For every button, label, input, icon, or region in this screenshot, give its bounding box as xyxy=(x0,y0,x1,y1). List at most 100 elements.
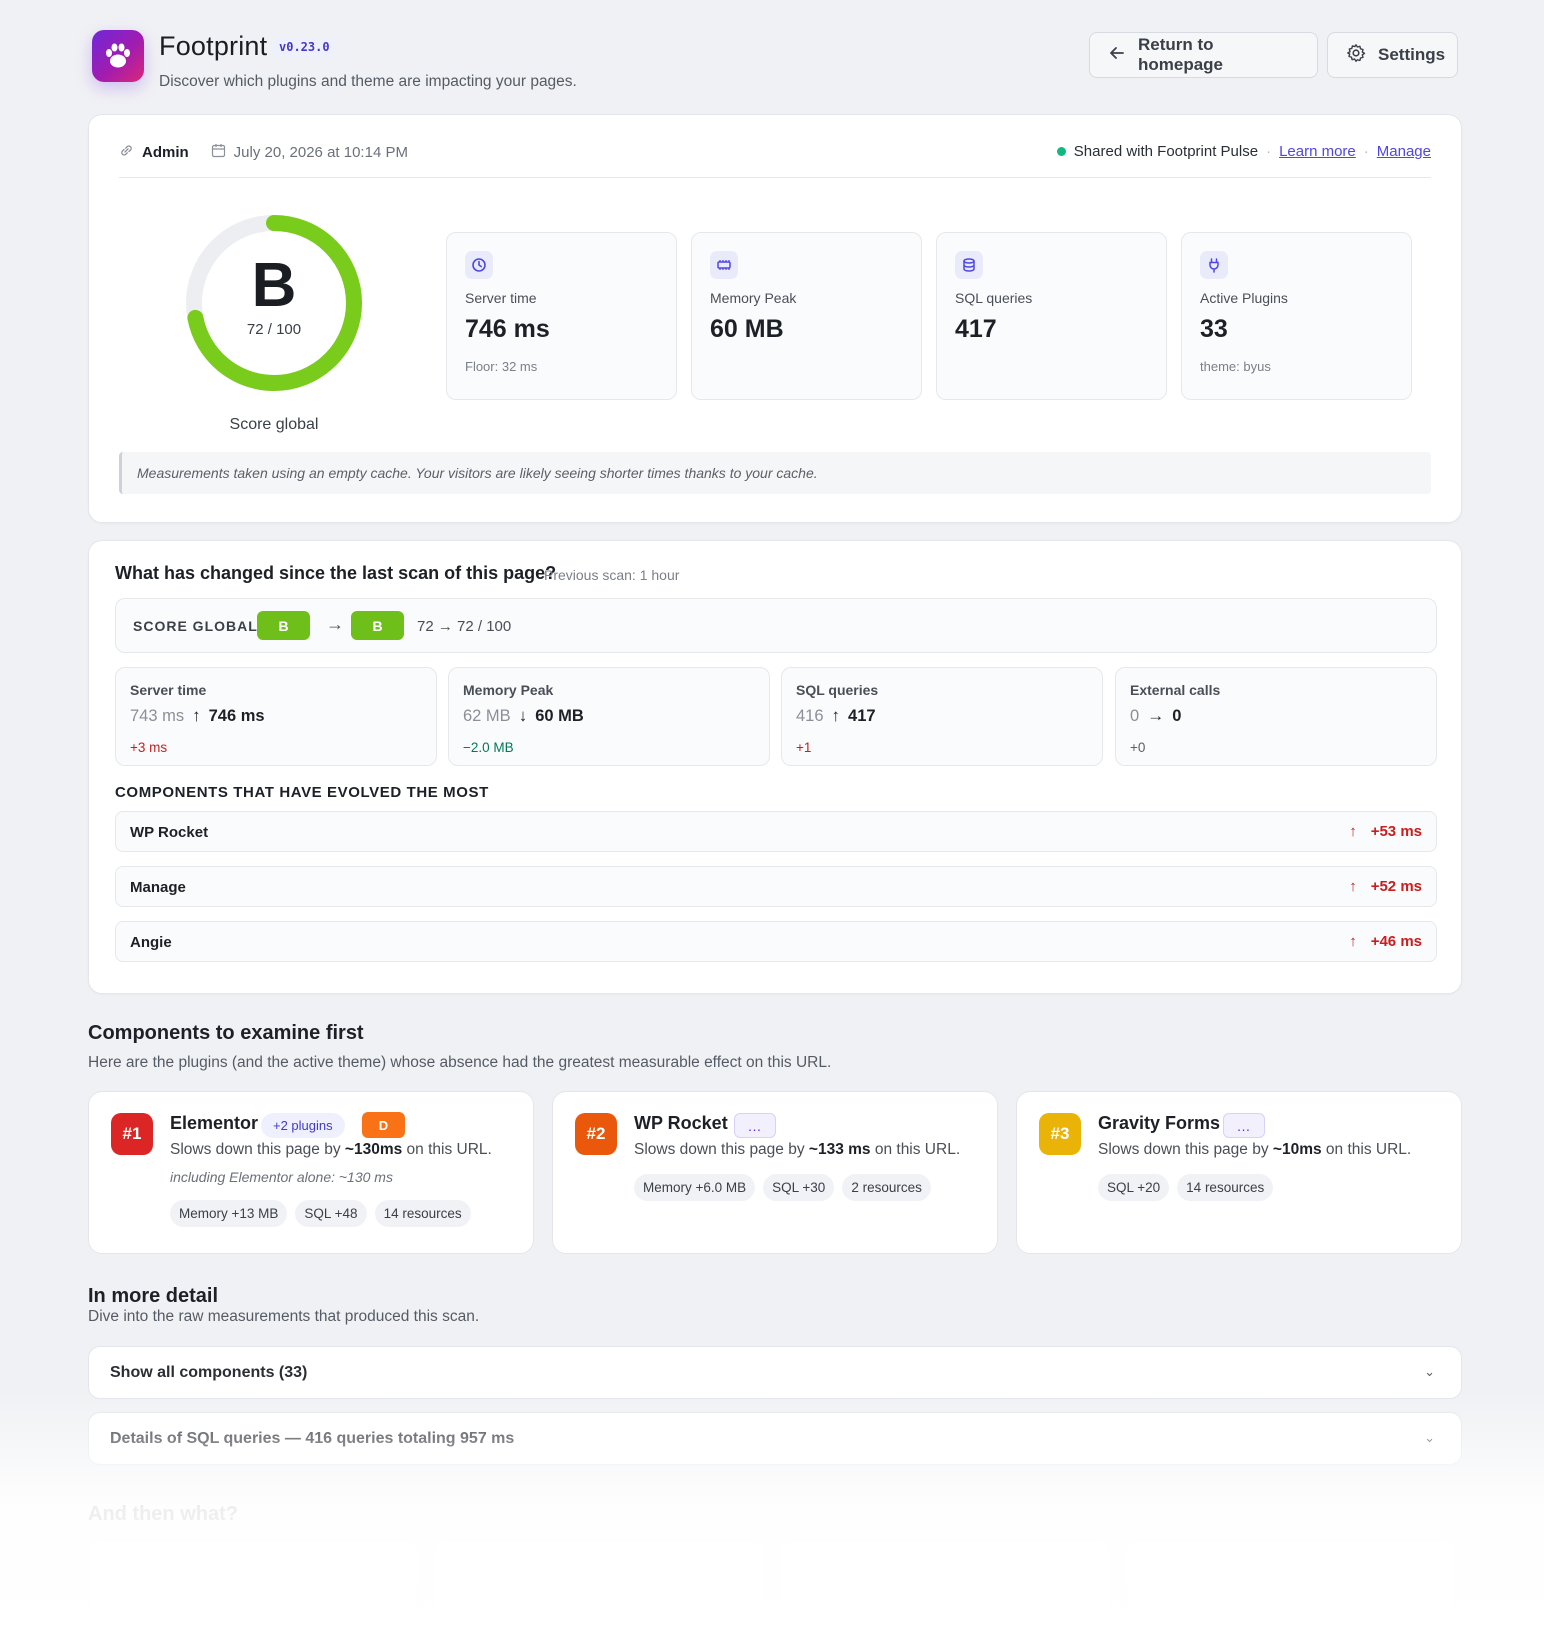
evolved-delta-value: +52 ms xyxy=(1370,878,1422,895)
components-title: Components to examine first xyxy=(88,1022,364,1044)
stat-label: SQL queries xyxy=(955,290,1033,306)
arrow-left-icon xyxy=(1108,44,1126,67)
score-value: 72 / 100 xyxy=(246,321,302,338)
stat-label: Server time xyxy=(465,290,537,306)
delta-label: Server time xyxy=(130,682,207,698)
divider xyxy=(119,177,1431,178)
components-subtitle: Here are the plugins (and the active the… xyxy=(88,1054,832,1071)
evolved-delta: ↑ +52 ms xyxy=(1349,878,1422,895)
delta-new: 417 xyxy=(848,706,876,725)
delta-sql-queries: SQL queries 416 ↑ 417 +1 xyxy=(781,667,1103,766)
next-step-card xyxy=(434,1540,764,1620)
component-card-elementor[interactable]: #1 Elementor +2 plugins D Slows down thi… xyxy=(88,1091,534,1254)
evolved-name: Manage xyxy=(130,879,186,896)
delta-values: 416 ↑ 417 xyxy=(796,706,876,726)
delta-old: 62 MB xyxy=(463,706,511,725)
delta-old: 0 xyxy=(1130,706,1140,725)
arrow-up-icon: ↑ xyxy=(1349,933,1357,950)
evolved-row: Angie ↑ +46 ms xyxy=(115,921,1437,962)
chevron-down-icon: ⌄ xyxy=(1424,1364,1435,1379)
settings-label: Settings xyxy=(1378,45,1446,64)
grade-badge: D xyxy=(362,1112,405,1138)
delta-change: −2.0 MB xyxy=(463,740,514,755)
next-step-card xyxy=(780,1540,1110,1620)
delta-memory-peak: Memory Peak 62 MB ↓ 60 MB −2.0 MB xyxy=(448,667,770,766)
rank-badge: #3 xyxy=(1039,1113,1081,1155)
settings-button[interactable]: Settings xyxy=(1327,32,1458,78)
accordion-all-components[interactable]: Show all components (33) ⌄ xyxy=(88,1346,1462,1399)
stat-label: Active Plugins xyxy=(1200,290,1288,306)
tag: 14 resources xyxy=(374,1200,471,1227)
more-options-button[interactable]: … xyxy=(734,1113,776,1138)
accordion-sql-queries[interactable]: Details of SQL queries — 416 queries tot… xyxy=(88,1412,1462,1465)
return-to-homepage-button[interactable]: Return to homepage xyxy=(1089,32,1318,78)
stat-sub: Floor: 32 ms xyxy=(465,359,538,374)
delta-label: SQL queries xyxy=(796,682,879,698)
evolved-name: WP Rocket xyxy=(130,824,209,841)
evolved-name: Angie xyxy=(130,934,172,951)
shared-text: Shared with Footprint Pulse xyxy=(1073,143,1259,160)
delta-new: 746 ms xyxy=(208,706,265,725)
component-impact: Slows down this page by ~130ms on this U… xyxy=(170,1141,492,1159)
impact-post: on this URL. xyxy=(870,1141,961,1158)
score-range: 72 → 72 / 100 xyxy=(417,618,512,635)
arrow-up-icon: ↑ xyxy=(1349,878,1357,895)
stat-value: 60 MB xyxy=(710,315,784,343)
delta-external-calls: External calls 0 → 0 +0 xyxy=(1115,667,1437,766)
impact-value: ~10ms xyxy=(1272,1141,1322,1158)
score-grade: B xyxy=(251,251,297,320)
component-tags: Memory +13 MB SQL +48 14 resources xyxy=(170,1200,471,1227)
arrow-right-icon: → xyxy=(326,614,344,634)
evolved-delta-value: +53 ms xyxy=(1370,823,1422,840)
tag: SQL +48 xyxy=(295,1200,367,1227)
delta-old: 416 xyxy=(796,706,824,725)
impact-post: on this URL. xyxy=(402,1141,492,1158)
stat-server-time: Server time 746 ms Floor: 32 ms xyxy=(446,232,677,400)
including-note: including Elementor alone: ~130 ms xyxy=(170,1169,393,1185)
score-comparison: SCORE GLOBAL B → B 72 → 72 / 100 xyxy=(115,598,1437,653)
more-options-button[interactable]: … xyxy=(1223,1113,1265,1138)
stat-value: 746 ms xyxy=(465,315,550,343)
impact-pre: Slows down this page by xyxy=(170,1141,345,1158)
impact-pre: Slows down this page by xyxy=(634,1141,809,1158)
changes-title: What has changed since the last scan of … xyxy=(115,563,557,583)
detail-subtitle: Dive into the raw measurements that prod… xyxy=(88,1308,480,1325)
accordion-title: Show all components (33) xyxy=(110,1364,308,1381)
plugins-count-badge[interactable]: +2 plugins xyxy=(261,1113,345,1138)
delta-change: +3 ms xyxy=(130,740,168,755)
stat-value: 33 xyxy=(1200,315,1228,343)
learn-more-link[interactable]: Learn more xyxy=(1279,143,1356,160)
delta-old: 743 ms xyxy=(130,706,185,725)
component-impact: Slows down this page by ~10ms on this UR… xyxy=(1098,1141,1411,1159)
tag: SQL +30 xyxy=(763,1174,835,1201)
evolved-row: Manage ↑ +52 ms xyxy=(115,866,1437,907)
pulse-status: Shared with Footprint Pulse · Learn more… xyxy=(1056,143,1431,160)
stat-active-plugins: Active Plugins 33 theme: byus xyxy=(1181,232,1412,400)
delta-server-time: Server time 743 ms ↑ 746 ms +3 ms xyxy=(115,667,437,766)
version-badge: v0.23.0 xyxy=(272,37,337,57)
next-step-card xyxy=(88,1540,418,1620)
scan-meta: Admin July 20, 2026 at 10:14 PM xyxy=(119,143,408,162)
evolved-delta-value: +46 ms xyxy=(1370,933,1422,950)
manage-link[interactable]: Manage xyxy=(1377,143,1431,160)
stat-label: Memory Peak xyxy=(710,290,797,306)
gear-icon xyxy=(1346,43,1366,68)
component-card-wp-rocket[interactable]: #2 WP Rocket … Slows down this page by ~… xyxy=(552,1091,998,1254)
component-tags: SQL +20 14 resources xyxy=(1098,1174,1274,1201)
arrow-right-icon: → xyxy=(1147,706,1165,725)
component-card-gravity-forms[interactable]: #3 Gravity Forms … Slows down this page … xyxy=(1016,1091,1462,1254)
impact-value: ~133 ms xyxy=(808,1141,871,1158)
scan-summary-card: Admin July 20, 2026 at 10:14 PM Shared w… xyxy=(88,114,1462,523)
app-title: Footprint xyxy=(159,31,268,61)
calendar-icon xyxy=(211,143,226,162)
link-icon xyxy=(119,143,134,162)
grade-from-badge: B xyxy=(257,611,310,640)
return-label: Return to homepage xyxy=(1138,35,1224,74)
changes-card: What has changed since the last scan of … xyxy=(88,540,1462,994)
evolved-delta: ↑ +46 ms xyxy=(1349,933,1422,950)
delta-label: Memory Peak xyxy=(463,682,554,698)
memory-chip-icon xyxy=(710,251,738,279)
page: Footprint v0.23.0 Discover which plugins… xyxy=(88,0,1462,1620)
tag: 2 resources xyxy=(842,1174,931,1201)
delta-values: 743 ms ↑ 746 ms xyxy=(130,706,265,726)
